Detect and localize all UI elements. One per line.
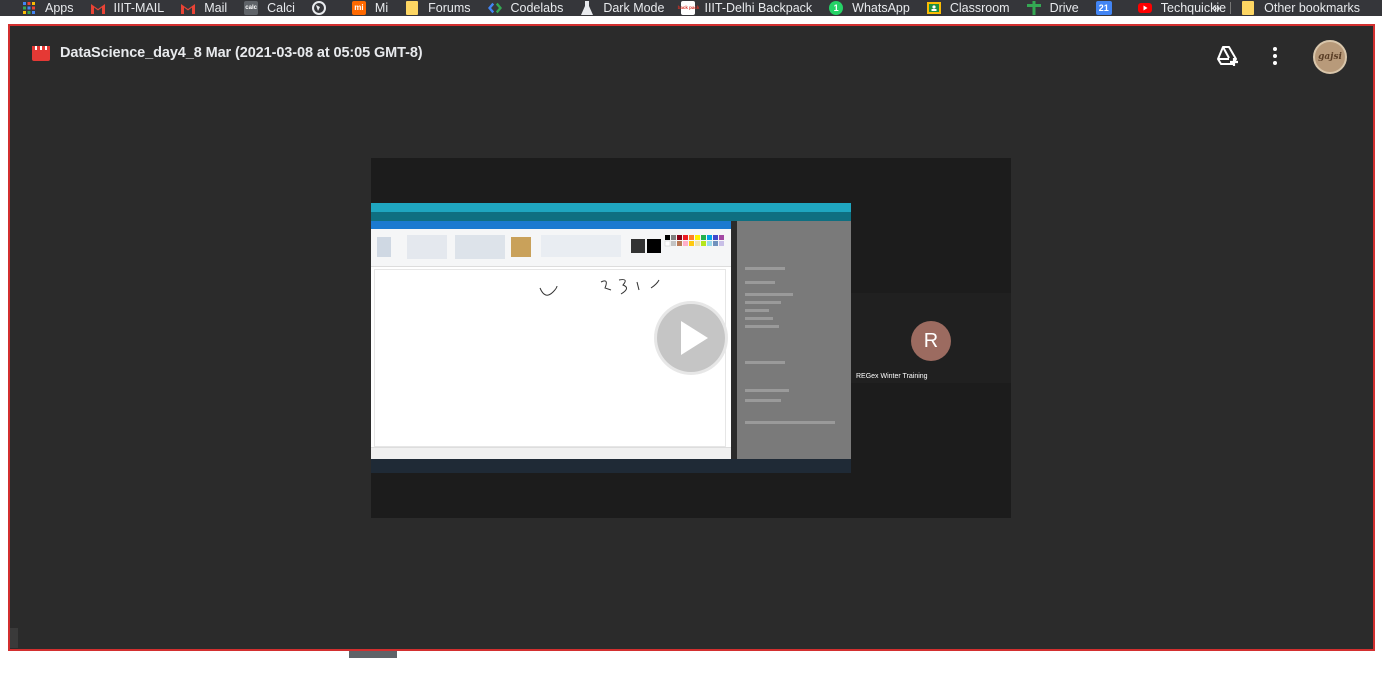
bookmark-label: IIIT-MAIL <box>113 1 165 15</box>
bookmark-mail[interactable]: Mail <box>181 0 227 16</box>
bookmark-apps[interactable]: Apps <box>22 0 74 16</box>
whatsapp-icon: 1 <box>829 1 844 15</box>
video-player[interactable]: R REGex Winter Training <box>371 158 1011 518</box>
bookmark-label: Mi <box>374 1 389 15</box>
bookmark-label: IIIT-Delhi Backpack <box>704 1 813 15</box>
gmail-icon <box>90 1 105 15</box>
calendar-icon: 21 <box>1095 1 1112 15</box>
gmail-icon <box>181 1 196 15</box>
scroll-handle[interactable] <box>10 628 18 648</box>
participant-tile: R REGex Winter Training <box>851 293 1011 383</box>
bookmark-label: Codelabs <box>510 1 564 15</box>
viewer-header: DataScience_day4_8 Mar (2021-03-08 at 05… <box>10 26 1373 82</box>
classroom-icon <box>926 1 941 15</box>
video-file-icon <box>32 46 50 61</box>
divider <box>1230 2 1232 14</box>
bookmark-drive[interactable]: Drive <box>1026 0 1079 16</box>
bookmarks-overflow-button[interactable]: » <box>1213 0 1220 16</box>
play-triangle-icon <box>681 321 708 355</box>
video-frame-taskbar <box>371 459 851 473</box>
bookmark-forums[interactable]: Forums <box>405 0 471 16</box>
bookmark-classroom[interactable]: Classroom <box>926 0 1010 16</box>
folder-icon <box>405 1 419 15</box>
video-frame <box>371 203 851 473</box>
bookmark-label: Apps <box>45 1 74 15</box>
bottom-tab <box>349 651 397 658</box>
drive-preview-viewer: DataScience_day4_8 Mar (2021-03-08 at 05… <box>8 24 1375 651</box>
globe-icon <box>311 1 326 15</box>
video-frame-tabstrip <box>371 203 851 212</box>
video-frame-paint-titlebar <box>371 221 731 229</box>
bookmarks-bar: Apps IIIT-MAIL Mail calc Calci mi Mi For… <box>0 0 1382 16</box>
bookmark-dark-mode[interactable]: Dark Mode <box>580 0 664 16</box>
bookmark-globe[interactable] <box>311 0 335 16</box>
bookmark-iiit-delhi-backpack[interactable]: back pack IIIT-Delhi Backpack <box>678 0 813 16</box>
other-bookmarks[interactable]: Other bookmarks <box>1241 0 1360 16</box>
folder-icon <box>1241 1 1255 15</box>
bookmark-whatsapp[interactable]: 1 WhatsApp <box>829 0 910 16</box>
bookmark-calci[interactable]: calc Calci <box>244 0 295 16</box>
bookmark-label: Forums <box>428 1 471 15</box>
file-title: DataScience_day4_8 Mar (2021-03-08 at 05… <box>60 45 423 61</box>
mi-icon: mi <box>351 1 366 15</box>
other-bookmarks-label: Other bookmarks <box>1264 1 1360 15</box>
participant-avatar: R <box>911 321 951 361</box>
video-frame-statusbar <box>371 447 731 459</box>
bookmark-label: Mail <box>204 1 228 15</box>
backpack-icon: back pack <box>678 1 699 15</box>
codelabs-icon <box>487 1 502 15</box>
bookmark-label: Dark Mode <box>603 1 665 15</box>
add-to-drive-icon[interactable] <box>1215 44 1239 68</box>
youtube-icon <box>1137 1 1152 15</box>
more-options-icon[interactable] <box>1265 44 1285 68</box>
bookmark-codelabs[interactable]: Codelabs <box>487 0 564 16</box>
bookmark-mi[interactable]: mi Mi <box>351 0 389 16</box>
bookmarks-right: » Other bookmarks <box>1213 0 1360 16</box>
play-button-icon[interactable] <box>654 301 728 375</box>
bookmark-iiit-mail[interactable]: IIIT-MAIL <box>90 0 165 16</box>
apps-grid-icon <box>22 1 36 15</box>
bookmark-label: Classroom <box>949 1 1010 15</box>
bottom-strip <box>8 653 1375 675</box>
bookmark-label: WhatsApp <box>852 1 910 15</box>
participant-name: REGex Winter Training <box>856 373 928 380</box>
video-frame-ribbon <box>371 229 731 267</box>
video-frame-urlbar <box>371 212 851 221</box>
bookmark-label: Drive <box>1049 1 1079 15</box>
account-avatar[interactable]: gajsi <box>1313 40 1347 74</box>
bookmark-label: Calci <box>267 1 295 15</box>
flask-icon <box>580 1 594 15</box>
drive-icon <box>1026 1 1041 15</box>
bookmark-calendar[interactable]: 21 <box>1095 0 1121 16</box>
video-frame-meet-chat <box>737 221 851 459</box>
calculator-icon: calc <box>244 1 259 15</box>
